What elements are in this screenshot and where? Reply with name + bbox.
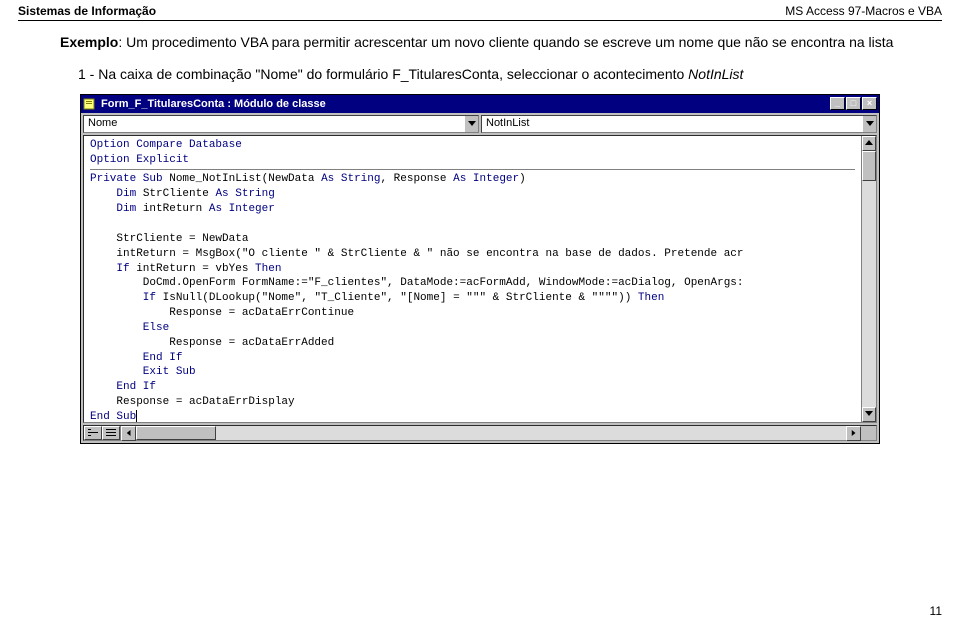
- code-line: IsNull(DLookup("Nome", "T_Cliente", "[No…: [156, 292, 638, 304]
- code-line: Exit Sub: [90, 366, 196, 378]
- full-module-view-button[interactable]: [102, 426, 120, 440]
- content-area: Exemplo: Um procedimento VBA para permit…: [0, 31, 960, 86]
- code-line: As String: [321, 173, 380, 185]
- code-area: Option Compare Database Option Explicit …: [83, 135, 877, 423]
- chevron-down-icon[interactable]: [464, 116, 478, 132]
- scroll-thumb[interactable]: [862, 151, 876, 181]
- scroll-right-button[interactable]: [846, 426, 861, 441]
- window-controls: _ □ ×: [830, 97, 877, 110]
- vba-window: Form_F_TitularesConta : Módulo de classe…: [80, 94, 880, 444]
- scroll-track[interactable]: [136, 426, 846, 440]
- header-right: MS Access 97-Macros e VBA: [785, 4, 942, 18]
- scroll-track[interactable]: [862, 151, 876, 407]
- step-italic: NotInList: [688, 66, 743, 82]
- code-line: Response = acDataErrAdded: [90, 337, 334, 349]
- code-line: If: [90, 292, 156, 304]
- view-buttons: [84, 426, 121, 440]
- titlebar[interactable]: Form_F_TitularesConta : Módulo de classe…: [81, 95, 879, 113]
- code-line: ): [519, 173, 526, 185]
- code-separator: [90, 169, 855, 170]
- code-line: Response = acDataErrContinue: [90, 307, 354, 319]
- code-line: As Integer: [453, 173, 519, 185]
- text-cursor: [136, 410, 137, 422]
- code-line: End Sub: [90, 411, 136, 422]
- code-line: intReturn = MsgBox("O cliente " & StrCli…: [90, 248, 744, 260]
- example-label: Exemplo: [60, 34, 118, 50]
- procedure-dropdown[interactable]: NotInList: [481, 115, 877, 133]
- object-dropdown-value: Nome: [84, 116, 464, 132]
- code-editor[interactable]: Option Compare Database Option Explicit …: [84, 136, 861, 422]
- code-line: As String: [215, 188, 274, 200]
- code-line: Then: [255, 263, 281, 275]
- code-line: End If: [90, 352, 182, 364]
- document-header: Sistemas de Informação MS Access 97-Macr…: [0, 0, 960, 20]
- code-line: If: [90, 263, 130, 275]
- scrollbar-corner: [861, 426, 876, 440]
- code-line: End If: [90, 381, 156, 393]
- minimize-button[interactable]: _: [830, 97, 845, 110]
- vertical-scrollbar[interactable]: [861, 136, 876, 422]
- chevron-down-icon[interactable]: [862, 116, 876, 132]
- code-line: Then: [638, 292, 664, 304]
- code-line: Dim: [90, 188, 136, 200]
- maximize-button[interactable]: □: [846, 97, 861, 110]
- scroll-thumb[interactable]: [136, 426, 216, 440]
- code-line: intReturn: [136, 203, 209, 215]
- screenshot-wrapper: Form_F_TitularesConta : Módulo de classe…: [0, 94, 960, 444]
- example-text: : Um procedimento VBA para permitir acre…: [118, 34, 893, 50]
- page-number: 11: [930, 604, 942, 618]
- code-line: Option Explicit: [90, 154, 189, 166]
- step-paragraph: 1 - Na caixa de combinação "Nome" do for…: [60, 63, 900, 85]
- step-mid: seleccionar o acontecimento: [503, 66, 688, 82]
- code-line: Nome_NotInList(NewData: [163, 173, 321, 185]
- scroll-up-button[interactable]: [862, 136, 876, 151]
- example-paragraph: Exemplo: Um procedimento VBA para permit…: [60, 31, 900, 53]
- bottom-bar: [83, 425, 877, 441]
- step-bold: F_TitularesConta,: [392, 66, 503, 82]
- scroll-left-button[interactable]: [121, 426, 136, 441]
- procedure-view-button[interactable]: [84, 426, 102, 440]
- procedure-dropdown-value: NotInList: [482, 116, 862, 132]
- code-line: Response = acDataErrDisplay: [90, 396, 295, 408]
- code-line: , Response: [380, 173, 453, 185]
- code-line: As Integer: [209, 203, 275, 215]
- code-line: Private Sub: [90, 173, 163, 185]
- code-line: intReturn = vbYes: [130, 263, 255, 275]
- close-button[interactable]: ×: [862, 97, 877, 110]
- code-line: Option Compare Database: [90, 139, 242, 151]
- module-icon: [83, 97, 97, 111]
- window-title: Form_F_TitularesConta : Módulo de classe: [101, 98, 830, 110]
- code-line: DoCmd.OpenForm FormName:="F_clientes", D…: [90, 277, 744, 289]
- code-line: Else: [90, 322, 169, 334]
- step-prefix: 1 - Na caixa de combinação "Nome" do for…: [78, 66, 392, 82]
- header-rule: [18, 20, 942, 21]
- code-line: Dim: [90, 203, 136, 215]
- horizontal-scrollbar[interactable]: [121, 426, 861, 440]
- object-procedure-row: Nome NotInList: [81, 113, 879, 135]
- header-left: Sistemas de Informação: [18, 4, 156, 18]
- object-dropdown[interactable]: Nome: [83, 115, 479, 133]
- code-line: StrCliente = NewData: [90, 233, 248, 245]
- code-line: StrCliente: [136, 188, 215, 200]
- scroll-down-button[interactable]: [862, 407, 876, 422]
